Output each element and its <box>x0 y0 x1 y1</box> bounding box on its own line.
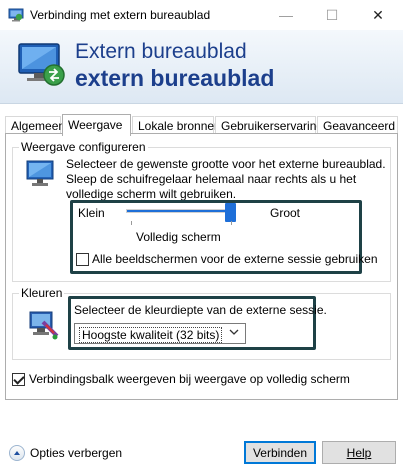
size-slider-thumb[interactable] <box>225 203 236 222</box>
remote-desktop-icon <box>18 43 65 86</box>
tab-label: Geavanceerd <box>323 119 396 133</box>
colors-group: Kleuren Selecteer de kleurdiepte van de … <box>12 286 391 360</box>
tab-label: Algemeen <box>11 119 66 133</box>
minimize-button[interactable]: — <box>263 0 309 30</box>
tab-strip: Algemeen Weergave Lokale bronnen Gebruik… <box>5 114 398 136</box>
connect-button-label: Verbinden <box>252 445 308 460</box>
display-config-group: Weergave configureren Selecteer de gewen… <box>12 140 391 282</box>
close-icon: ✕ <box>372 6 384 23</box>
color-depth-highlight-frame: Selecteer de kleurdiepte van de externe … <box>68 296 327 350</box>
all-monitors-label[interactable]: Alle beeldschermen voor de externe sessi… <box>92 252 378 266</box>
title-bar: Verbinding met extern bureaublad — ☐ ✕ <box>0 0 403 30</box>
slider-tick <box>231 221 232 225</box>
monitor-icon <box>26 160 54 186</box>
help-button[interactable]: Help <box>322 441 396 464</box>
chevron-down-icon <box>229 329 239 335</box>
slider-highlight-frame: Klein Groot Volledig scherm Alle beeldsc… <box>70 200 378 274</box>
all-monitors-checkbox[interactable] <box>76 253 89 266</box>
group-legend: Weergave configureren <box>19 140 148 154</box>
header-banner: Extern bureaublad extern bureaublad <box>0 30 403 104</box>
help-button-label: Help <box>346 445 372 460</box>
display-description: Selecteer de gewenste grootte voor het e… <box>66 157 386 201</box>
connect-button[interactable]: Verbinden <box>244 441 316 464</box>
tab-label: Lokale bronnen <box>138 119 221 133</box>
slider-max-label: Groot <box>270 206 301 220</box>
maximize-icon: ☐ <box>325 6 339 23</box>
window-title: Verbinding met extern bureaublad <box>30 8 211 22</box>
tab-label: Weergave <box>68 118 123 132</box>
slider-tick <box>131 221 132 225</box>
close-button[interactable]: ✕ <box>355 0 401 30</box>
remote-desktop-app-icon <box>8 8 24 22</box>
banner-title: Extern bureaublad <box>75 40 247 63</box>
maximize-button[interactable]: ☐ <box>309 0 355 30</box>
tab-label: Gebruikerservaring <box>221 119 324 133</box>
group-legend: Kleuren <box>19 286 65 300</box>
size-slider[interactable] <box>126 209 230 213</box>
options-toggle-label[interactable]: Opties verbergen <box>30 446 122 460</box>
slider-value-label: Volledig scherm <box>136 230 221 244</box>
options-toggle-button[interactable] <box>9 445 25 461</box>
color-depth-selected: Hoogste kwaliteit (32 bits) <box>79 327 223 343</box>
minimize-icon: — <box>279 7 293 23</box>
banner-subtitle: extern bureaublad <box>75 65 275 91</box>
slider-min-label: Klein <box>78 206 105 220</box>
color-depth-select[interactable]: Hoogste kwaliteit (32 bits) <box>74 323 246 344</box>
size-slider-fill <box>127 210 229 212</box>
color-palette-icon <box>29 311 59 340</box>
tab-weergave[interactable]: Weergave <box>62 114 131 136</box>
connection-bar-label[interactable]: Verbindingsbalk weergeven bij weergave o… <box>29 372 350 386</box>
tab-panel-weergave: Weergave configureren Selecteer de gewen… <box>5 133 398 400</box>
connection-bar-checkbox[interactable] <box>12 373 25 386</box>
colors-description: Selecteer de kleurdiepte van de externe … <box>74 303 327 317</box>
chevron-up-icon <box>14 451 20 455</box>
